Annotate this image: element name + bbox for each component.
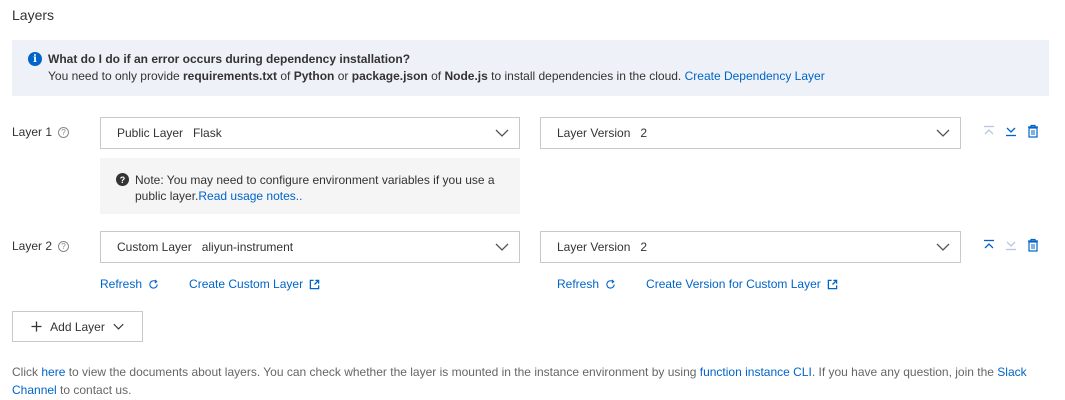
chevron-down-icon — [495, 129, 509, 137]
info-lang-python: Python — [293, 69, 335, 83]
chevron-down-icon — [936, 129, 950, 137]
move-bottom-icon[interactable] — [1005, 239, 1017, 251]
layer-2-version-select[interactable]: Layer Version 2 — [540, 231, 961, 263]
footer-text: . If you have any question, join the — [811, 365, 998, 379]
refresh-icon[interactable] — [605, 279, 616, 290]
trash-icon[interactable] — [1027, 124, 1039, 138]
external-link-icon[interactable] — [309, 279, 320, 290]
footer-text: to contact us. — [56, 383, 132, 397]
move-top-icon[interactable] — [983, 125, 995, 137]
layer-2-label: Layer 2 — [12, 239, 53, 253]
layer-2-label-group: Layer 2 ? — [12, 239, 70, 253]
help-icon[interactable]: ? — [58, 240, 70, 252]
external-link-icon[interactable] — [827, 279, 838, 290]
info-file-requirements: requirements.txt — [183, 69, 278, 83]
plus-icon — [31, 321, 42, 332]
layer-1-type-key: Public Layer — [117, 126, 184, 140]
chevron-down-icon — [495, 243, 509, 251]
layer-2-version-value: 2 — [640, 240, 648, 254]
move-top-icon[interactable] — [983, 239, 995, 251]
refresh-layers-link[interactable]: Refresh — [100, 277, 142, 291]
layer-1-label-group: Layer 1 ? — [12, 125, 70, 139]
help-icon[interactable]: ? — [58, 126, 70, 138]
info-text: of — [427, 69, 445, 83]
layer-1-actions — [983, 124, 1039, 138]
refresh-icon[interactable] — [148, 279, 159, 290]
trash-icon[interactable] — [1027, 238, 1039, 252]
move-bottom-icon[interactable] — [1005, 125, 1017, 137]
public-layer-note: ? Note: You may need to configure enviro… — [100, 158, 520, 214]
info-text: of — [277, 69, 294, 83]
info-file-package: package.json — [351, 69, 428, 83]
layer-1-type-select[interactable]: Public Layer Flask — [100, 117, 520, 149]
info-banner: i What do I do if an error occurs during… — [12, 40, 1049, 96]
create-custom-layer-link[interactable]: Create Custom Layer — [189, 277, 303, 291]
layer-2-version-links: Refresh Create Version for Custom Layer — [557, 277, 838, 291]
note-text: Note: You may need to configure environm… — [135, 173, 495, 187]
layer-1-version-value: 2 — [640, 126, 648, 140]
footer-text: Click — [12, 365, 42, 379]
info-icon: i — [28, 52, 42, 66]
layers-docs-link[interactable]: here — [41, 365, 65, 379]
layer-1-type-value: Flask — [193, 126, 222, 140]
info-title: What do I do if an error occurs during d… — [48, 52, 411, 66]
layer-2-type-links: Refresh Create Custom Layer — [100, 277, 320, 291]
create-dependency-layer-link[interactable]: Create Dependency Layer — [685, 69, 825, 83]
layer-2-type-key: Custom Layer — [117, 240, 192, 254]
layer-2-type-value: aliyun-instrument — [201, 240, 294, 254]
note-text-2: public layer. — [135, 189, 199, 203]
function-instance-cli-link[interactable]: function instance CLI — [700, 365, 812, 379]
info-text: You need to only provide — [48, 69, 183, 83]
info-body: You need to only provide requirements.tx… — [48, 69, 1049, 83]
footer-help-text: Click here to view the documents about l… — [12, 363, 1052, 399]
info-text: to install dependencies in the cloud. — [487, 69, 685, 83]
section-title: Layers — [12, 7, 55, 23]
info-lang-node: Node.js — [444, 69, 488, 83]
layer-2-type-select[interactable]: Custom Layer aliyun-instrument — [100, 231, 520, 263]
add-layer-label: Add Layer — [50, 319, 105, 334]
layer-1-version-key: Layer Version — [557, 126, 631, 140]
layer-1-label: Layer 1 — [12, 125, 53, 139]
create-version-link[interactable]: Create Version for Custom Layer — [646, 277, 821, 291]
question-icon: ? — [116, 173, 129, 186]
add-layer-button[interactable]: Add Layer — [12, 311, 143, 342]
footer-text: to view the documents about layers. You … — [65, 365, 700, 379]
refresh-versions-link[interactable]: Refresh — [557, 277, 599, 291]
read-usage-notes-link[interactable]: Read usage notes.. — [198, 189, 302, 203]
layer-2-actions — [983, 238, 1039, 252]
chevron-down-icon — [936, 243, 950, 251]
info-text: or — [334, 69, 352, 83]
chevron-down-icon — [113, 323, 124, 330]
layer-1-version-select[interactable]: Layer Version 2 — [540, 117, 961, 149]
layer-2-version-key: Layer Version — [557, 240, 631, 254]
